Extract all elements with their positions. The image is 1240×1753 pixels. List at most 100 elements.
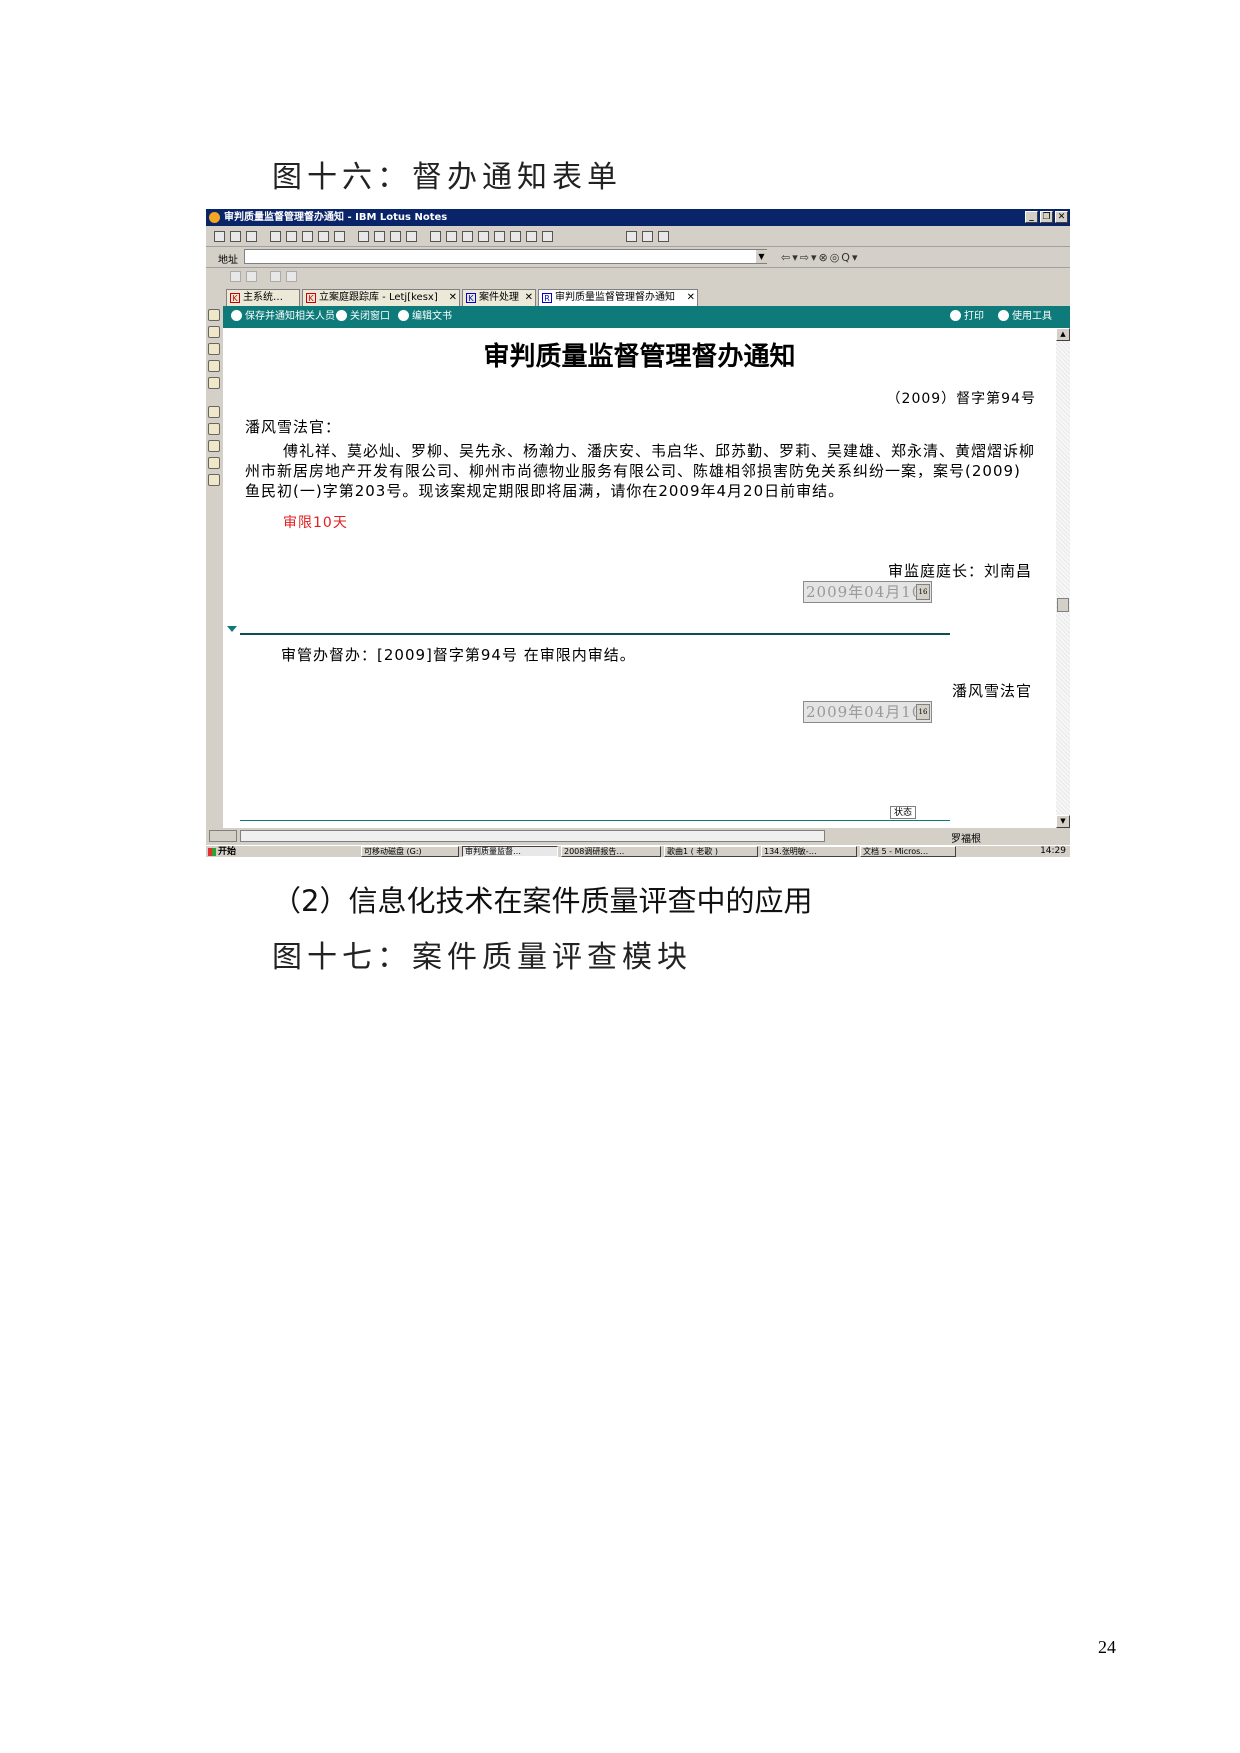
figure-caption-16: 图十六：督办通知表单 xyxy=(272,160,622,195)
date-value: 2009年04月10 xyxy=(806,703,923,721)
nav-unread-up-icon[interactable] xyxy=(510,231,521,242)
tab-close-icon[interactable]: ✕ xyxy=(687,290,695,306)
chat-icon[interactable] xyxy=(230,271,241,282)
restore-button[interactable]: ❐ xyxy=(1040,211,1053,223)
document-number: （2009）督字第94号 xyxy=(886,391,1036,407)
binoculars-icon[interactable] xyxy=(626,231,637,242)
calendar-icon[interactable]: 16 xyxy=(916,584,930,600)
form-icon[interactable] xyxy=(658,231,669,242)
db-bookmark-icon[interactable] xyxy=(208,406,220,418)
copy-icon[interactable] xyxy=(374,231,385,242)
paste-icon[interactable] xyxy=(390,231,401,242)
calendar-icon[interactable]: 16 xyxy=(916,704,930,720)
nav-unread-down-icon[interactable] xyxy=(494,231,505,242)
close-window-button[interactable]: 关闭窗口 xyxy=(336,310,390,324)
db-bookmark-icon[interactable] xyxy=(208,423,220,435)
document-pane: 审判质量监督管理督办通知 （2009）督字第94号 潘风雪法官： 傅礼祥、莫必灿… xyxy=(223,328,1056,828)
close-window-label: 关闭窗口 xyxy=(350,311,390,322)
status-user[interactable]: 罗福根 xyxy=(951,830,981,845)
notice-body-text: 傅礼祥、莫必灿、罗柳、吴先永、杨瀚力、潘庆安、韦启华、邱苏勤、罗莉、吴建雄、郑永… xyxy=(245,442,1036,500)
lotus-notes-icon xyxy=(209,212,220,223)
tab-close-icon[interactable]: ✕ xyxy=(449,290,457,306)
edit-doc-icon xyxy=(398,310,409,321)
nav-up-icon[interactable] xyxy=(462,231,473,242)
section-subheading: （2）信息化技术在案件质量评查中的应用 xyxy=(272,884,813,918)
start-button[interactable]: 开始 xyxy=(207,847,236,857)
figure-caption-17: 图十七：案件质量评查模块 xyxy=(272,940,692,975)
taskbar-item[interactable]: 2008调研报告… xyxy=(561,846,661,857)
window-title: 审判质量监督管理督办通知 - IBM Lotus Notes xyxy=(224,212,448,223)
tab-close-icon[interactable]: ✕ xyxy=(525,290,533,306)
section-collapse-icon[interactable] xyxy=(227,626,237,632)
browser-nav-icons[interactable]: ⇦▾⇨▾⊗◎Q▾ xyxy=(781,251,859,264)
window-titlebar: 审判质量监督管理督办通知 - IBM Lotus Notes _ ❐ ✕ xyxy=(206,209,1070,226)
print-icon xyxy=(950,310,961,321)
taskbar-clock: 14:29 xyxy=(1040,846,1066,856)
nav-first-icon[interactable] xyxy=(430,231,441,242)
vertical-scrollbar[interactable]: ▲ ▼ xyxy=(1056,328,1070,828)
mail-bookmark-icon[interactable] xyxy=(208,309,220,321)
nav-down-icon[interactable] xyxy=(478,231,489,242)
date-field-1[interactable]: 2009年04月10 16 xyxy=(803,581,932,603)
status-label[interactable]: 状态 xyxy=(890,806,916,819)
scroll-up-icon[interactable]: ▲ xyxy=(1056,328,1070,341)
db-bookmark-icon[interactable] xyxy=(208,440,220,452)
taskbar-item[interactable]: 可移动磁盘 (G:) xyxy=(361,846,459,857)
section-divider xyxy=(240,633,950,635)
status-left-box xyxy=(209,830,237,842)
taskbar-item[interactable]: 歌曲1 ( 老歌 ) xyxy=(664,846,758,857)
todo-bookmark-icon[interactable] xyxy=(208,360,220,372)
save-notify-button[interactable]: 保存并通知相关人员 xyxy=(231,310,335,324)
properties-icon[interactable] xyxy=(542,231,553,242)
edit-icon[interactable] xyxy=(270,231,281,242)
tab-case-handling[interactable]: K 案件处理 ✕ xyxy=(462,289,536,306)
taskbar-item[interactable]: 文档 5 - Micros… xyxy=(860,846,956,857)
contacts-bookmark-icon[interactable] xyxy=(208,343,220,355)
lock-icon[interactable] xyxy=(270,271,281,282)
replica-bookmark-icon[interactable] xyxy=(208,377,220,389)
tab-main-system[interactable]: K 主系统… xyxy=(226,289,300,306)
print-icon[interactable] xyxy=(302,231,313,242)
search-icon[interactable] xyxy=(642,231,653,242)
db-bookmark-icon[interactable] xyxy=(208,457,220,469)
tab-label: 案件处理 xyxy=(479,292,519,303)
save-icon[interactable] xyxy=(230,231,241,242)
tab-supervision-notice[interactable]: R 审判质量监督管理督办通知 ✕ xyxy=(538,289,698,306)
open-icon[interactable] xyxy=(246,231,257,242)
home-icon[interactable] xyxy=(214,231,225,242)
refresh-icon[interactable] xyxy=(318,231,329,242)
print-button[interactable]: 打印 xyxy=(950,310,984,324)
taskbar-item-active[interactable]: 审判质量监督… xyxy=(462,846,558,857)
scroll-down-icon[interactable]: ▼ xyxy=(1056,815,1070,828)
nav-last-icon[interactable] xyxy=(446,231,457,242)
taskbar-item[interactable]: 134.张明敏-… xyxy=(761,846,857,857)
scroll-thumb[interactable] xyxy=(1057,598,1069,612)
main-toolbar xyxy=(206,227,1070,247)
address-input[interactable] xyxy=(244,249,767,264)
view-icon[interactable] xyxy=(526,231,537,242)
cut-icon[interactable] xyxy=(358,231,369,242)
mail-icon[interactable] xyxy=(286,231,297,242)
tools-button[interactable]: 使用工具 xyxy=(998,310,1052,324)
tab-filing-tracker[interactable]: K 立案庭跟踪库 - Letj[kesx] ✕ xyxy=(302,289,460,306)
contacts-icon[interactable] xyxy=(246,271,257,282)
page-number: 24 xyxy=(1098,1637,1116,1657)
edit-doc-button[interactable]: 编辑文书 xyxy=(398,310,452,324)
address-dropdown-icon[interactable]: ▼ xyxy=(756,250,767,263)
notice-body: 傅礼祥、莫必灿、罗柳、吴先永、杨瀚力、潘庆安、韦启华、邱苏勤、罗莉、吴建雄、郑永… xyxy=(245,441,1035,501)
edit-doc-label: 编辑文书 xyxy=(412,311,452,322)
clipboard-icon[interactable] xyxy=(406,231,417,242)
horizontal-scrollbar[interactable] xyxy=(240,830,825,842)
print-label: 打印 xyxy=(964,311,984,322)
doc-icon[interactable] xyxy=(286,271,297,282)
user-icon[interactable] xyxy=(334,231,345,242)
db-bookmark-icon[interactable] xyxy=(208,474,220,486)
minimize-button[interactable]: _ xyxy=(1025,211,1038,223)
tab-label: 主系统… xyxy=(243,292,283,303)
reply-signer: 潘风雪法官 xyxy=(951,682,1032,700)
close-button[interactable]: ✕ xyxy=(1055,211,1068,223)
date-field-2[interactable]: 2009年04月10 16 xyxy=(803,701,932,723)
action-bar: 保存并通知相关人员 关闭窗口 编辑文书 打印 使用工具 xyxy=(223,306,1070,328)
tab-db-icon: K xyxy=(230,293,240,303)
calendar-bookmark-icon[interactable] xyxy=(208,326,220,338)
